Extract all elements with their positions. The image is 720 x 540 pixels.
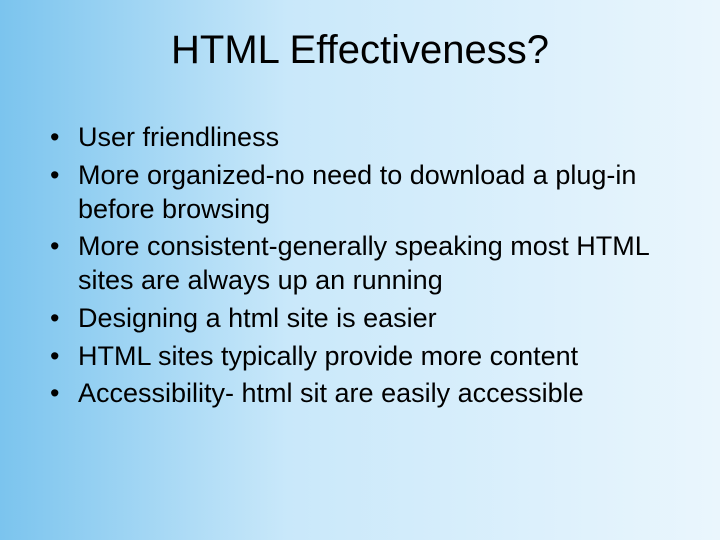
list-item: HTML sites typically provide more conten… [50, 340, 680, 374]
slide: HTML Effectiveness? User friendliness Mo… [0, 0, 720, 540]
list-item: Designing a html site is easier [50, 302, 680, 336]
slide-title: HTML Effectiveness? [40, 28, 680, 73]
list-item: More organized-no need to download a plu… [50, 159, 680, 227]
list-item: More consistent-generally speaking most … [50, 230, 680, 298]
bullet-list: User friendliness More organized-no need… [40, 121, 680, 411]
list-item: User friendliness [50, 121, 680, 155]
list-item: Accessibility- html sit are easily acces… [50, 377, 680, 411]
